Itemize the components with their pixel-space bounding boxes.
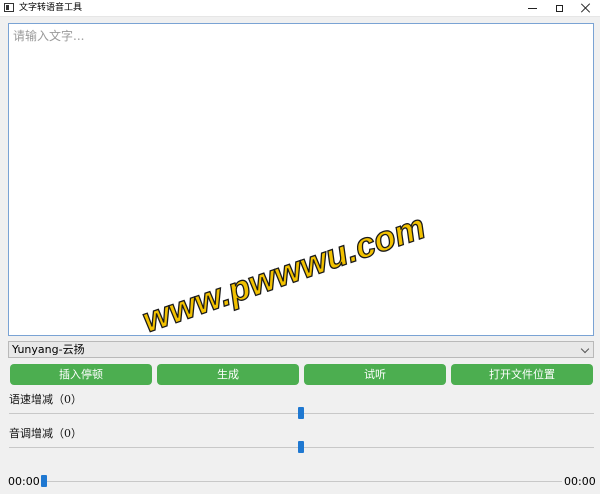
voice-select[interactable]: Yunyang-云扬: [8, 341, 594, 358]
pitch-slider-thumb[interactable]: [298, 441, 304, 453]
chevron-down-icon: [580, 344, 590, 354]
maximize-icon: [555, 4, 563, 12]
window-title: 文字转语音工具: [19, 3, 83, 13]
app-icon: [4, 3, 14, 12]
total-time: 00:00: [564, 475, 596, 488]
voice-select-value: Yunyang-云扬: [12, 343, 85, 356]
insert-pause-button[interactable]: 插入停顿: [10, 364, 152, 385]
generate-button[interactable]: 生成: [157, 364, 299, 385]
playback-progress-track[interactable]: [42, 481, 562, 482]
maximize-button[interactable]: [545, 0, 573, 16]
rate-slider-thumb[interactable]: [298, 407, 304, 419]
minimize-button[interactable]: [518, 0, 546, 16]
text-input-area[interactable]: 请输入文字... www.pwwwu.com: [8, 23, 594, 341]
open-file-location-button[interactable]: 打开文件位置: [451, 364, 593, 385]
listen-button[interactable]: 试听: [304, 364, 446, 385]
pitch-label: 音调增减（0）: [9, 427, 82, 440]
playback-progress-thumb[interactable]: [41, 475, 47, 487]
text-input-placeholder: 请输入文字...: [13, 29, 85, 43]
minimize-icon: [527, 7, 537, 9]
close-button[interactable]: [572, 0, 600, 16]
close-icon: [581, 3, 591, 13]
current-time: 00:00: [8, 475, 40, 488]
title-bar: 文字转语音工具: [0, 0, 600, 17]
rate-label: 语速增减（0）: [9, 393, 82, 406]
